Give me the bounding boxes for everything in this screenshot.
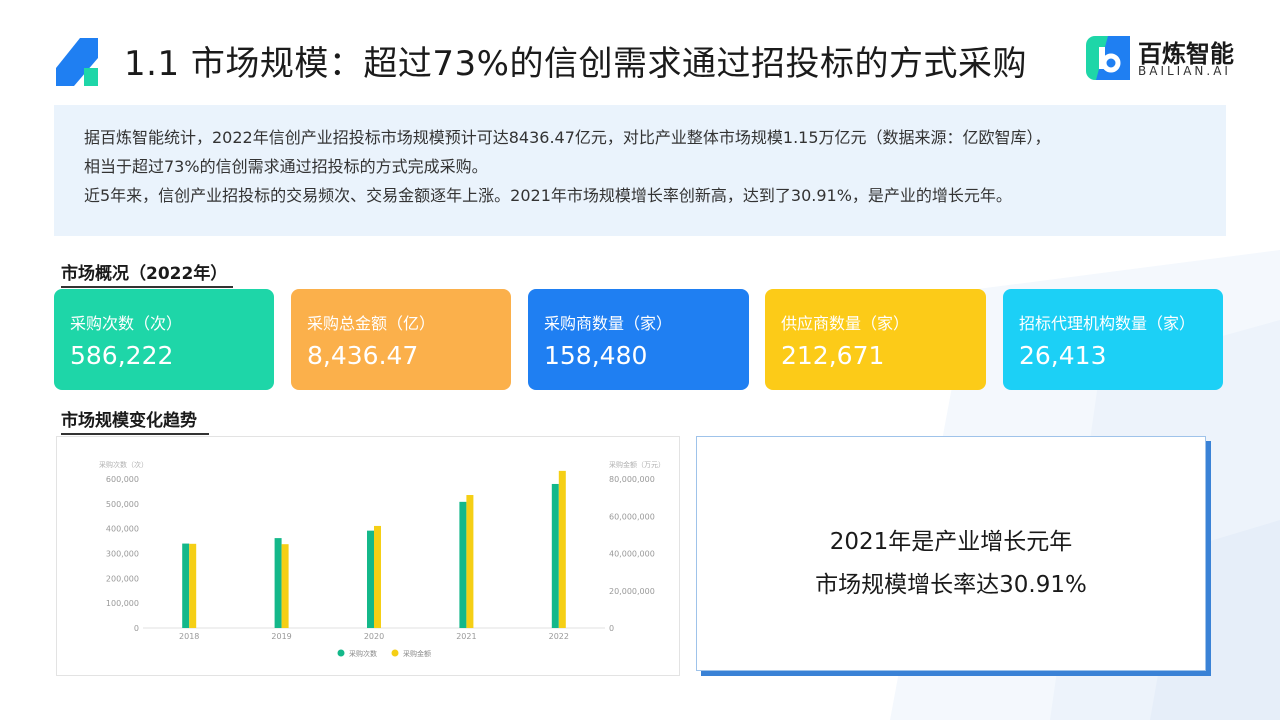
- x-tick-label: 2021: [456, 632, 476, 641]
- right-tick-label: 0: [609, 624, 614, 633]
- highlight-box: 2021年是产业增长元年 市场规模增长率达30.91%: [696, 436, 1206, 671]
- left-tick-label: 300,000: [106, 550, 139, 559]
- brand-logo: 百炼智能 BAILIAN.AI: [1086, 34, 1256, 82]
- trend-chart-panel: 采购次数（次） 采购金额（万元） 0 100,000 200,000 300,000 400…: [56, 436, 680, 676]
- right-tick-label: 40,000,000: [609, 550, 655, 559]
- section-logo-icon: [56, 38, 98, 86]
- bar-2020-amount: [374, 525, 381, 628]
- brand-name-en: BAILIAN.AI: [1138, 64, 1231, 78]
- highlight-line: 2021年是产业增长元年: [829, 529, 1073, 555]
- stat-label: 采购总金额（亿）: [307, 314, 436, 333]
- stat-value: 158,480: [544, 341, 648, 370]
- stat-value: 212,671: [781, 341, 885, 370]
- x-tick-label: 2022: [549, 632, 569, 641]
- x-tick-label: 2020: [364, 632, 384, 641]
- legend-marker-count: [337, 649, 345, 657]
- bar-2022-amount: [558, 470, 566, 628]
- stat-card-agency-count: 招标代理机构数量（家） 26,413: [1003, 289, 1223, 390]
- stat-card-buyer-count: 采购商数量（家） 158,480: [528, 289, 749, 390]
- trend-heading: 市场规模变化趋势: [61, 406, 209, 435]
- bar-2020-count: [367, 530, 374, 628]
- bar-2022-count: [551, 483, 559, 628]
- right-tick-label: 20,000,000: [609, 587, 655, 596]
- stat-card-supplier-count: 供应商数量（家） 212,671: [765, 289, 986, 390]
- bar-2018-amount: [189, 543, 197, 628]
- bar-2018-count: [182, 543, 190, 628]
- stat-label: 采购次数（次）: [70, 314, 183, 333]
- stat-value: 586,222: [70, 341, 174, 370]
- bar-2021-count: [459, 501, 467, 628]
- legend-marker-amount: [391, 649, 399, 657]
- intro-line: 近5年来，信创产业招投标的交易频次、交易金额逐年上涨。2021年市场规模增长率创…: [84, 186, 1012, 205]
- left-tick-label: 100,000: [106, 599, 139, 608]
- stat-label: 供应商数量（家）: [781, 314, 910, 333]
- stat-label: 采购商数量（家）: [544, 314, 673, 333]
- left-axis-title: 采购次数（次）: [99, 460, 148, 469]
- left-tick-label: 400,000: [106, 525, 139, 534]
- left-tick-label: 0: [134, 624, 139, 633]
- legend-label-amount: 采购金额: [403, 649, 431, 658]
- stat-value: 8,436.47: [307, 341, 419, 370]
- right-tick-label: 60,000,000: [609, 512, 655, 521]
- stat-label: 招标代理机构数量（家）: [1019, 314, 1196, 333]
- trend-chart: 采购次数（次） 采购金额（万元） 0 100,000 200,000 300,000 400…: [99, 460, 665, 658]
- intro-box: 据百炼智能统计，2022年信创产业招投标市场规模预计可达8436.47亿元，对比…: [54, 105, 1226, 236]
- left-tick-label: 600,000: [106, 475, 139, 484]
- brand-icon: [1086, 36, 1130, 80]
- intro-line: 据百炼智能统计，2022年信创产业招投标市场规模预计可达8436.47亿元，对比…: [84, 128, 1051, 147]
- stat-value: 26,413: [1019, 341, 1107, 370]
- intro-line: 相当于超过73%的信创需求通过招投标的方式完成采购。: [84, 157, 488, 176]
- overview-heading: 市场概况（2022年）: [61, 259, 233, 288]
- left-tick-label: 500,000: [106, 500, 139, 509]
- bar-2019-count: [274, 538, 282, 628]
- bar-2019-amount: [281, 544, 289, 628]
- highlight-line: 市场规模增长率达30.91%: [815, 572, 1087, 598]
- stat-card-purchase-count: 采购次数（次） 586,222: [54, 289, 274, 390]
- page-title: 1.1 市场规模：超过73%的信创需求通过招投标的方式采购: [124, 44, 1027, 84]
- x-tick-label: 2018: [179, 632, 199, 641]
- right-axis-title: 采购金额（万元）: [609, 460, 665, 469]
- legend-label-count: 采购次数: [349, 649, 377, 658]
- left-tick-label: 200,000: [106, 574, 139, 583]
- x-tick-label: 2019: [271, 632, 291, 641]
- stat-card-total-amount: 采购总金额（亿） 8,436.47: [291, 289, 511, 390]
- bar-2021-amount: [466, 495, 474, 628]
- right-tick-label: 80,000,000: [609, 475, 655, 484]
